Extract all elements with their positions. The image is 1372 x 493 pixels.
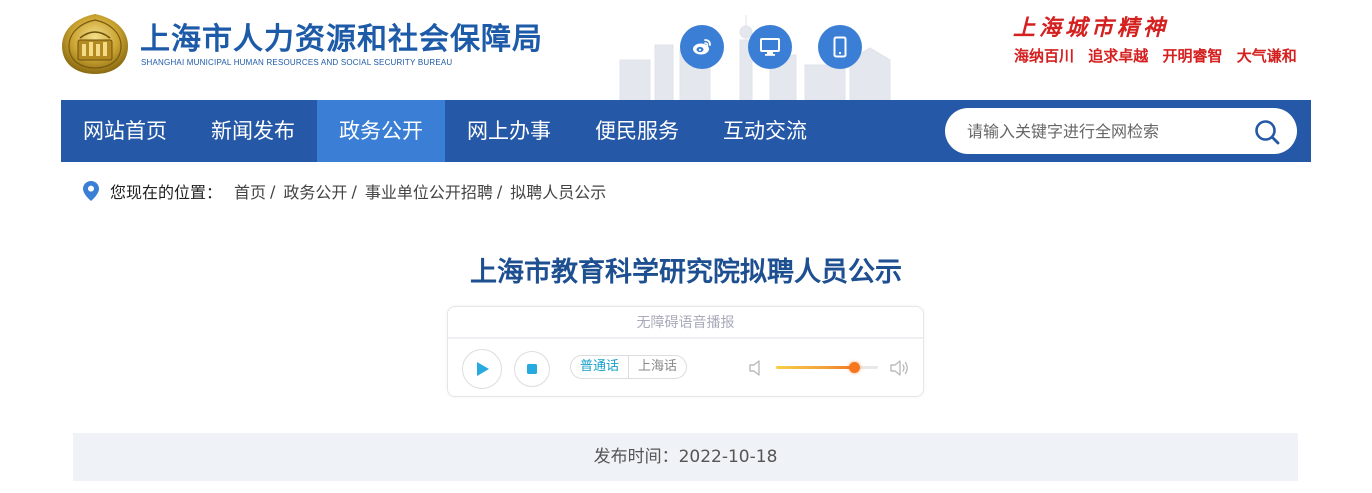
spirit-word: 海纳百川 bbox=[1014, 47, 1075, 65]
mobile-icon bbox=[833, 36, 847, 58]
breadcrumb-home[interactable]: 首页 bbox=[234, 179, 266, 203]
audio-player-title: 无障碍语音播报 bbox=[448, 307, 923, 339]
breadcrumb-label: 您现在的位置： bbox=[110, 183, 223, 202]
volume-slider[interactable] bbox=[776, 362, 878, 373]
language-shanghainese[interactable]: 上海话 bbox=[629, 356, 686, 378]
language-toggle: 普通话 上海话 bbox=[570, 355, 688, 379]
desktop-site-button[interactable] bbox=[748, 25, 792, 69]
spirit-word: 开明睿智 bbox=[1162, 47, 1223, 65]
volume-low-icon[interactable] bbox=[748, 358, 764, 378]
weibo-button[interactable] bbox=[680, 25, 724, 69]
volume-slider-handle[interactable] bbox=[848, 362, 860, 373]
stop-button[interactable] bbox=[514, 351, 550, 387]
breadcrumb-current[interactable]: 拟聘人员公示 bbox=[510, 179, 606, 203]
spirit-word: 大气谦和 bbox=[1236, 47, 1297, 65]
breadcrumb-separator: / bbox=[496, 181, 503, 201]
location-pin-icon bbox=[83, 181, 99, 201]
search-box bbox=[945, 108, 1297, 154]
nav-item-online-services[interactable]: 网上办事 bbox=[445, 100, 573, 162]
volume-high-icon[interactable] bbox=[889, 357, 911, 379]
site-name-cn[interactable]: 上海市人力资源和社会保障局 bbox=[140, 14, 543, 58]
breadcrumb-recruitment[interactable]: 事业单位公开招聘 bbox=[365, 179, 493, 203]
site-name-en: SHANGHAI MUNICIPAL HUMAN RESOURCES AND S… bbox=[141, 58, 453, 67]
desktop-icon bbox=[760, 38, 780, 56]
breadcrumb: 您现在的位置： 首页 / 政务公开 / 事业单位公开招聘 / 拟聘人员公示 bbox=[82, 179, 606, 203]
city-spirit-words: 海纳百川 追求卓越 开明睿智 大气谦和 bbox=[1014, 45, 1306, 66]
publish-date: 发布时间：2022-10-18 bbox=[593, 447, 778, 467]
page: 上海市人力资源和社会保障局 SHANGHAI MUNICIPAL HUMAN R… bbox=[0, 0, 1372, 493]
search-input[interactable] bbox=[967, 108, 1237, 154]
bureau-emblem-logo[interactable] bbox=[60, 12, 130, 76]
mobile-site-button[interactable] bbox=[818, 25, 862, 69]
nav-item-home[interactable]: 网站首页 bbox=[61, 100, 189, 162]
search-icon[interactable] bbox=[1253, 118, 1281, 146]
publish-date-bar: 发布时间：2022-10-18 bbox=[73, 433, 1298, 481]
nav-item-interaction[interactable]: 互动交流 bbox=[701, 100, 829, 162]
nav-item-public-services[interactable]: 便民服务 bbox=[573, 100, 701, 162]
weibo-icon bbox=[693, 39, 711, 55]
city-spirit-title: 上海城市精神 bbox=[1013, 15, 1170, 41]
nav-items: 网站首页 新闻发布 政务公开 网上办事 便民服务 互动交流 bbox=[61, 100, 829, 162]
language-mandarin[interactable]: 普通话 bbox=[571, 356, 630, 378]
audio-player: 无障碍语音播报 普通话 上海话 bbox=[447, 306, 924, 397]
stop-icon bbox=[527, 364, 537, 374]
breadcrumb-government-affairs[interactable]: 政务公开 bbox=[283, 179, 347, 203]
play-button[interactable] bbox=[462, 349, 502, 389]
breadcrumb-separator: / bbox=[351, 181, 357, 201]
nav-item-news[interactable]: 新闻发布 bbox=[189, 100, 317, 162]
volume-slider-fill bbox=[776, 366, 854, 369]
main-nav: 网站首页 新闻发布 政务公开 网上办事 便民服务 互动交流 bbox=[61, 100, 1311, 162]
spirit-word: 追求卓越 bbox=[1088, 47, 1149, 65]
play-icon bbox=[477, 362, 489, 376]
nav-item-government-affairs[interactable]: 政务公开 bbox=[317, 100, 445, 162]
breadcrumb-separator: / bbox=[270, 181, 276, 201]
site-header: 上海市人力资源和社会保障局 SHANGHAI MUNICIPAL HUMAN R… bbox=[0, 0, 1372, 100]
article-title: 上海市教育科学研究院拟聘人员公示 bbox=[470, 257, 902, 288]
